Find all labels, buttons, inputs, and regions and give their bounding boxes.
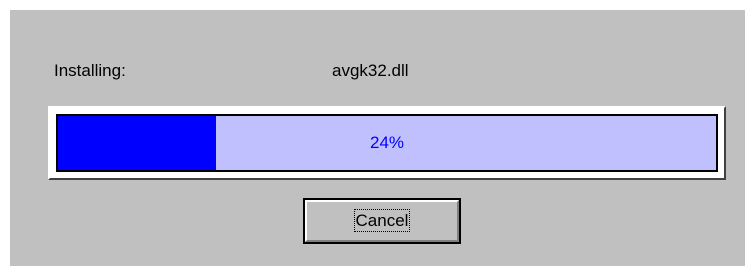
progress-percent-text: 24% xyxy=(369,133,405,152)
current-file-name: avgk32.dll xyxy=(332,61,409,80)
cancel-button[interactable]: Cancel xyxy=(303,198,461,244)
progress-bar: 24% xyxy=(56,114,718,172)
cancel-button-label: Cancel xyxy=(353,209,411,232)
install-progress-dialog: Installing: avgk32.dll 24% Cancel xyxy=(9,9,745,266)
progress-bar-frame: 24% xyxy=(48,106,726,180)
installing-label: Installing: xyxy=(54,61,126,80)
